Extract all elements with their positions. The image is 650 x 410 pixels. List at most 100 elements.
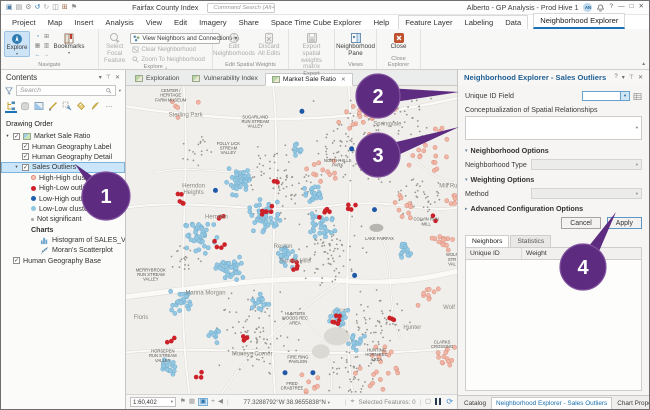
cancel-button[interactable]: Cancel — [561, 217, 600, 229]
neighborhood-options-section[interactable]: ▾ Neighborhood Options — [465, 146, 642, 155]
undo-icon[interactable]: ↺ — [35, 4, 41, 11]
tab-view[interactable]: View — [140, 16, 168, 29]
notifications-icon[interactable] — [597, 4, 604, 12]
tab-insert[interactable]: Insert — [68, 16, 99, 29]
expander-icon[interactable]: ▾ — [14, 164, 19, 170]
results-table-body[interactable] — [465, 260, 642, 391]
weighting-options-section[interactable]: ▾ Weighting Options — [465, 175, 642, 184]
search-options-icon[interactable]: ▾ — [119, 88, 121, 94]
more-options-icon[interactable]: … — [103, 100, 115, 113]
zoom-to-neighborhood-button[interactable]: Zoom To Neighborhood — [130, 55, 220, 64]
full-extent-icon[interactable]: ◔ — [33, 33, 42, 42]
layer-checkbox[interactable]: ✓ — [22, 153, 29, 160]
layer-checkbox[interactable]: ✓ — [13, 133, 20, 140]
signed-in-user[interactable]: Alberto - GP Analysis - Prod Hive 1 — [467, 3, 579, 12]
help-icon[interactable]: ? — [609, 4, 613, 11]
tab-project[interactable]: Project — [6, 16, 42, 29]
pane-tab-catalog[interactable]: Catalog — [460, 398, 490, 409]
view-neighbors-button[interactable]: View Neighbors and Connections ▾ — [130, 33, 220, 44]
pane-close-icon[interactable]: ✕ — [115, 74, 120, 81]
snapping-toggle-icon[interactable]: ▣ — [198, 398, 208, 407]
close-window-button[interactable]: ✕ — [639, 4, 644, 11]
contents-search-input[interactable]: Search — [16, 85, 116, 96]
tab-analysis[interactable]: Analysis — [99, 16, 139, 29]
column-weight[interactable]: Weight — [522, 248, 551, 259]
list-by-snapping-icon[interactable] — [61, 100, 73, 113]
tab-data[interactable]: Data — [499, 16, 527, 29]
list-by-editing-icon[interactable] — [47, 100, 59, 113]
layer-checkbox[interactable]: ✓ — [13, 257, 20, 264]
list-by-labeling-icon[interactable] — [75, 100, 87, 113]
unique-id-field-dropdown[interactable]: ▾ — [582, 91, 630, 101]
apply-button[interactable]: Apply — [607, 217, 642, 229]
redo-icon[interactable]: ↻ — [43, 4, 49, 11]
tab-space-time-cube-explorer[interactable]: Space Time Cube Explorer — [265, 16, 368, 29]
save-icon[interactable]: ▣ — [6, 4, 13, 11]
tab-edit[interactable]: Edit — [168, 16, 193, 29]
chart-moran-s-scatterplot[interactable]: Moran's Scatterplot — [1, 245, 125, 255]
overview-icon[interactable]: ▢ — [425, 399, 431, 406]
legend-high-high-cluster[interactable]: High-High cluster — [1, 173, 125, 183]
select-focal-feature-button[interactable]: Select Focal Feature — [102, 31, 127, 64]
avatar[interactable]: AN — [583, 3, 592, 12]
close-explorer-button[interactable]: Close — [386, 31, 412, 51]
fixed-zoom-in-icon[interactable]: ⊞ — [42, 33, 51, 42]
layer-sales-outliers[interactable]: ▾✓Sales Outliers — [1, 162, 125, 172]
chart-histogram-of-sales-value[interactable]: Histogram of SALES_VALUE — [1, 235, 125, 245]
refresh-icon[interactable]: ⟳ — [446, 398, 453, 406]
column-unique-id[interactable]: Unique ID — [466, 248, 522, 259]
layer-market-sale-ratio[interactable]: ▾✓Market Sale Ratio — [1, 131, 125, 141]
tab-help[interactable]: Help — [368, 16, 396, 29]
pane-help-icon[interactable]: ? — [614, 74, 617, 81]
legend-high-low-outlier[interactable]: High-Low outlier — [1, 183, 125, 193]
edit-neighborhoods-button[interactable]: Edit Neighborhoods — [217, 31, 251, 58]
snap-flag-icon[interactable]: ⚑ — [180, 399, 186, 406]
collapse-ribbon-button[interactable]: ▴ — [642, 61, 645, 67]
export-spatial-weights-button[interactable]: Export spatial weights matrix — [292, 31, 331, 71]
dialog-launcher-icon[interactable]: ⌟ — [165, 64, 168, 70]
legend-not-significant[interactable]: Not significant — [1, 214, 125, 224]
scale-selector[interactable]: 1:60,402 ▾ — [130, 397, 176, 407]
view-tab-vulnerability-index[interactable]: Vulnerability Index — [186, 72, 263, 85]
layer-human-geography-detail[interactable]: ✓Human Geography Detail — [1, 152, 125, 162]
clear-neighborhood-button[interactable]: Clear Neighborhood — [130, 45, 220, 54]
layer-human-geography-label[interactable]: ✓Human Geography Label — [1, 141, 125, 151]
layer-charts[interactable]: Charts — [1, 225, 125, 235]
advanced-options-section[interactable]: ▸ Advanced Configuration Options — [465, 204, 642, 213]
map-canvas-container[interactable]: CENTER /HERITAGEFARM MUSEUMSUGARLANDRUN … — [126, 86, 457, 394]
list-by-drawing-order-icon[interactable] — [5, 100, 17, 113]
map-canvas[interactable]: CENTER /HERITAGEFARM MUSEUMSUGARLANDRUN … — [126, 86, 457, 394]
list-by-selection-icon[interactable] — [33, 100, 45, 113]
next-extent-icon[interactable]: → — [42, 51, 51, 60]
tab-neighborhood-explorer[interactable]: Neighborhood Explorer — [534, 14, 624, 27]
add-overlay-icon[interactable]: + — [211, 399, 215, 406]
previous-extent-icon[interactable]: ← — [33, 51, 42, 60]
tab-labeling[interactable]: Labeling — [458, 16, 499, 29]
layer-human-geography-base[interactable]: ✓Human Geography Base — [1, 256, 125, 266]
pane-menu-icon[interactable]: ▾ — [622, 74, 625, 81]
layer-checkbox[interactable]: ✓ — [22, 164, 29, 171]
method-dropdown[interactable]: ▾ — [531, 188, 642, 199]
pause-drawing-icon[interactable] — [435, 398, 442, 407]
pin-icon[interactable]: ⚑ — [71, 4, 77, 11]
list-by-data-source-icon[interactable] — [19, 100, 31, 113]
results-tab-statistics[interactable]: Statistics — [510, 235, 551, 247]
legend-low-low-cluster[interactable]: Low-Low cluster — [1, 204, 125, 214]
neighborhood-type-dropdown[interactable]: ▾ — [531, 159, 642, 170]
pane-close-icon[interactable]: ✕ — [638, 74, 643, 81]
neighborhood-pane-button[interactable]: Neighborhood Pane — [337, 31, 375, 58]
bookmarks-button[interactable]: Bookmarks ▾ — [54, 31, 84, 55]
explore-button[interactable]: Explore ▾ — [4, 31, 30, 57]
grid-icon[interactable]: ▦ — [189, 399, 195, 406]
minimize-button[interactable]: — — [618, 4, 625, 11]
announce-icon[interactable]: ◀ — [218, 399, 223, 406]
tab-imagery[interactable]: Imagery — [193, 16, 232, 29]
gear-icon[interactable]: ⚙ — [25, 4, 31, 11]
view-tab-exploration[interactable]: Exploration — [129, 72, 185, 85]
layer-checkbox[interactable]: ✓ — [22, 143, 29, 150]
zoom-grid-icon[interactable]: ▦ — [33, 42, 42, 51]
add-map-icon[interactable]: ⊞ — [62, 4, 68, 11]
coordinates-display[interactable]: 77.3288792°W 38.9655838°N ▾ — [244, 399, 330, 406]
legend-low-high-outlier[interactable]: Low-High outlier — [1, 193, 125, 203]
pane-pin-icon[interactable]: ⊤ — [629, 74, 634, 81]
